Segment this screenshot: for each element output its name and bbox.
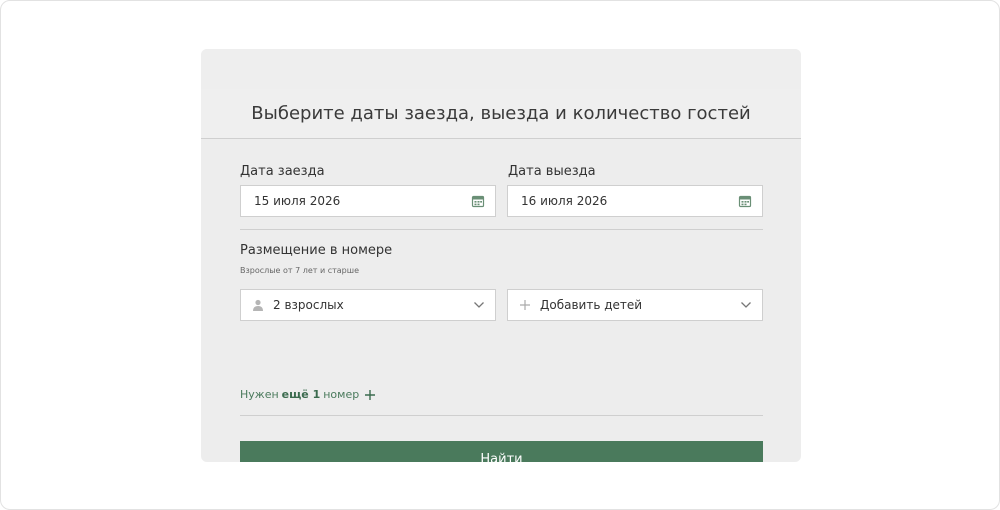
add-room-link[interactable]: Нужен ещё 1 номер: [240, 388, 376, 401]
add-room-count: ещё 1: [281, 388, 321, 401]
card-top-band: [201, 49, 801, 89]
calendar-icon: [738, 195, 752, 208]
chevron-down-icon: [474, 302, 484, 308]
add-room-suffix: номер: [323, 388, 360, 401]
search-button[interactable]: Найти: [240, 441, 763, 462]
checkout-date-value: 16 июля 2026: [521, 194, 608, 208]
person-icon: [253, 299, 263, 311]
adults-value: 2 взрослых: [273, 298, 344, 312]
checkout-label: Дата выезда: [508, 164, 596, 179]
search-form-card: Выберите даты заезда, выезда и количеств…: [201, 49, 801, 462]
chevron-down-icon: [741, 302, 751, 308]
add-room-prefix: Нужен: [240, 388, 279, 401]
plus-icon: [520, 300, 530, 310]
adults-select[interactable]: 2 взрослых: [240, 289, 496, 321]
children-value: Добавить детей: [540, 298, 643, 312]
children-select[interactable]: Добавить детей: [507, 289, 763, 321]
checkin-date-field[interactable]: 15 июля 2026: [240, 185, 496, 217]
divider: [240, 229, 763, 230]
accommodation-title: Размещение в номере: [240, 243, 393, 258]
checkin-date-value: 15 июля 2026: [254, 194, 341, 208]
divider: [240, 415, 763, 416]
calendar-icon: [471, 195, 485, 208]
accommodation-hint: Взрослые от 7 лет и старше: [240, 266, 359, 275]
checkin-label: Дата заезда: [240, 164, 325, 179]
page-title: Выберите даты заезда, выезда и количеств…: [251, 103, 751, 124]
plus-icon: [365, 389, 376, 400]
page-frame: Выберите даты заезда, выезда и количеств…: [0, 0, 1000, 510]
card-header: Выберите даты заезда, выезда и количеств…: [201, 89, 801, 139]
checkout-date-field[interactable]: 16 июля 2026: [507, 185, 763, 217]
